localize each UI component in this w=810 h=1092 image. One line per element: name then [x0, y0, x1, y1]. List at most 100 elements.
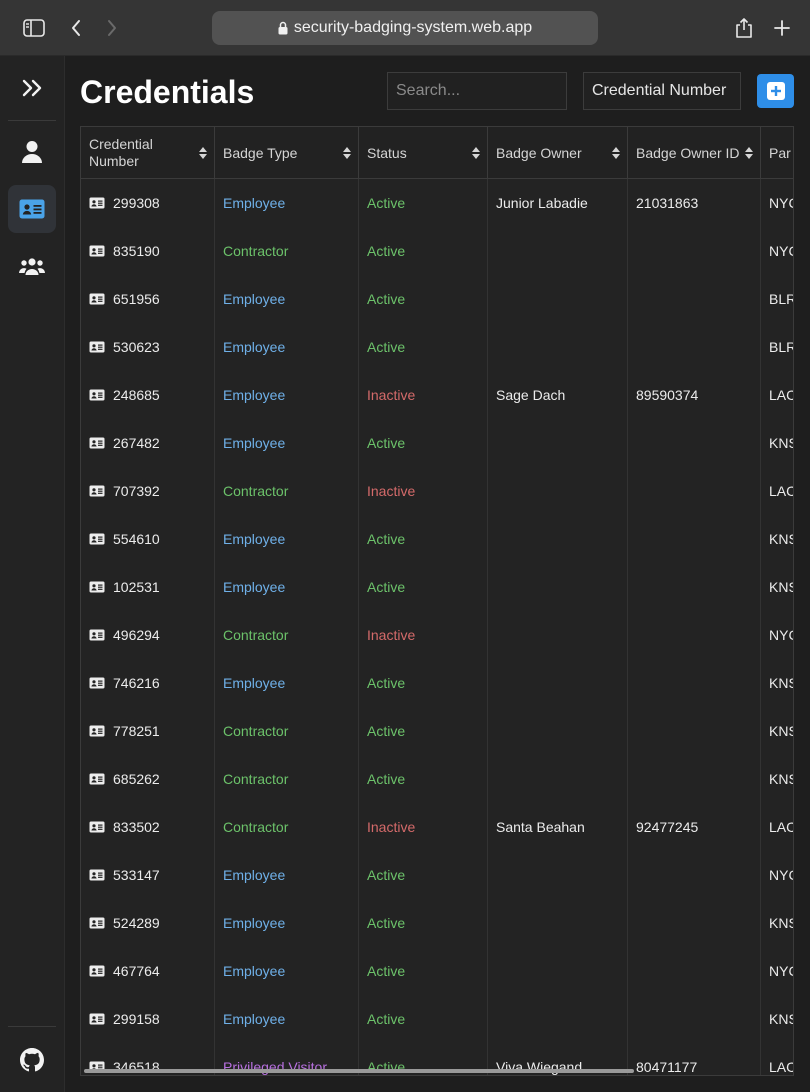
badge-owner-id-cell: [628, 467, 761, 515]
par-cell: KNS: [761, 899, 793, 947]
id-card-icon: [89, 485, 105, 497]
back-icon[interactable]: [64, 14, 88, 42]
table-row[interactable]: 554610 Employee Active KNS: [81, 515, 793, 563]
id-card-icon: [89, 629, 105, 641]
table-row[interactable]: 248685 Employee Inactive Sage Dach 89590…: [81, 371, 793, 419]
sidebar-divider: [8, 1026, 56, 1027]
par-cell: LAC: [761, 1043, 793, 1075]
table-row[interactable]: 530623 Employee Active BLR: [81, 323, 793, 371]
credential-number-cell: 267482: [81, 419, 215, 467]
status-cell: Active: [359, 227, 488, 275]
forward-icon[interactable]: [100, 14, 124, 42]
search-field-select[interactable]: Credential Number: [583, 72, 741, 110]
badge-owner-id-cell: 92477245: [628, 803, 761, 851]
status-cell: Active: [359, 275, 488, 323]
par-cell: NYC: [761, 851, 793, 899]
badge-owner-id-cell: [628, 611, 761, 659]
credential-number-cell: 651956: [81, 275, 215, 323]
table-row[interactable]: 778251 Contractor Active KNS: [81, 707, 793, 755]
table-row[interactable]: 533147 Employee Active NYC: [81, 851, 793, 899]
status-cell: Active: [359, 419, 488, 467]
expand-sidebar-button[interactable]: [8, 64, 56, 112]
credential-number-cell: 102531: [81, 563, 215, 611]
search-input[interactable]: [387, 72, 567, 110]
url-text: security-badging-system.web.app: [293, 19, 533, 36]
sidebar-item-credentials[interactable]: [8, 185, 56, 233]
column-header-badge-owner[interactable]: Badge Owner: [488, 127, 628, 179]
new-tab-icon[interactable]: [768, 14, 796, 42]
column-header-status[interactable]: Status: [359, 127, 488, 179]
id-card-icon: [89, 677, 105, 689]
table-row[interactable]: 299158 Employee Active KNS: [81, 995, 793, 1043]
badge-type-cell: Contractor: [215, 467, 359, 515]
badge-owner-id-cell: 21031863: [628, 179, 761, 227]
column-header-par[interactable]: Par: [761, 127, 793, 179]
credentials-table: Credential Number Badge Type Status Badg…: [80, 126, 794, 1076]
badge-owner-id-cell: [628, 323, 761, 371]
badge-owner-id-cell: [628, 515, 761, 563]
badge-owner-id-cell: 80471177: [628, 1043, 761, 1075]
sort-icon[interactable]: [198, 146, 208, 160]
badge-owner-id-cell: [628, 899, 761, 947]
credential-number-cell: 248685: [81, 371, 215, 419]
table-row[interactable]: 524289 Employee Active KNS: [81, 899, 793, 947]
sidebar-item-groups[interactable]: [8, 242, 56, 290]
table-row[interactable]: 267482 Employee Active KNS: [81, 419, 793, 467]
status-cell: Active: [359, 323, 488, 371]
badge-type-cell: Contractor: [215, 755, 359, 803]
badge-owner-cell: [488, 851, 628, 899]
badge-owner-id-cell: [628, 755, 761, 803]
par-cell: NYC: [761, 611, 793, 659]
table-row[interactable]: 467764 Employee Active NYC: [81, 947, 793, 995]
status-cell: Active: [359, 851, 488, 899]
sidebar-item-people[interactable]: [8, 128, 56, 176]
status-cell: Inactive: [359, 371, 488, 419]
par-cell: BLR: [761, 323, 793, 371]
badge-owner-cell: [488, 275, 628, 323]
status-cell: Active: [359, 755, 488, 803]
par-cell: KNS: [761, 659, 793, 707]
add-credential-button[interactable]: [757, 74, 794, 108]
badge-owner-id-cell: [628, 995, 761, 1043]
sort-icon[interactable]: [611, 146, 621, 160]
table-row[interactable]: 835190 Contractor Active NYC: [81, 227, 793, 275]
status-cell: Inactive: [359, 611, 488, 659]
badge-owner-cell: [488, 515, 628, 563]
badge-type-cell: Employee: [215, 515, 359, 563]
table-row[interactable]: 833502 Contractor Inactive Santa Beahan …: [81, 803, 793, 851]
share-icon[interactable]: [730, 14, 758, 42]
id-card-icon: [89, 533, 105, 545]
horizontal-scrollbar[interactable]: [84, 1069, 634, 1073]
par-cell: NYC: [761, 179, 793, 227]
github-link[interactable]: [8, 1036, 56, 1084]
sort-icon[interactable]: [342, 146, 352, 160]
table-row[interactable]: 299308 Employee Active Junior Labadie 21…: [81, 179, 793, 227]
table-row[interactable]: 707392 Contractor Inactive LAC: [81, 467, 793, 515]
par-cell: NYC: [761, 227, 793, 275]
id-card-icon: [89, 341, 105, 353]
address-bar[interactable]: security-badging-system.web.app: [212, 11, 598, 45]
credential-number-cell: 835190: [81, 227, 215, 275]
status-cell: Inactive: [359, 467, 488, 515]
column-header-badge-type[interactable]: Badge Type: [215, 127, 359, 179]
par-cell: KNS: [761, 419, 793, 467]
table-row[interactable]: 746216 Employee Active KNS: [81, 659, 793, 707]
par-cell: NYC: [761, 947, 793, 995]
status-cell: Active: [359, 563, 488, 611]
badge-type-cell: Employee: [215, 323, 359, 371]
table-row[interactable]: 685262 Contractor Active KNS: [81, 755, 793, 803]
sort-icon[interactable]: [744, 146, 754, 160]
credential-number-cell: 707392: [81, 467, 215, 515]
table-row[interactable]: 102531 Employee Active KNS: [81, 563, 793, 611]
id-card-icon: [89, 773, 105, 785]
badge-owner-cell: Junior Labadie: [488, 179, 628, 227]
column-header-credential-number[interactable]: Credential Number: [81, 127, 215, 179]
page-title: Credentials: [80, 74, 255, 110]
sidebar-toggle-icon[interactable]: [20, 14, 48, 42]
badge-type-cell: Employee: [215, 947, 359, 995]
badge-owner-id-cell: [628, 659, 761, 707]
table-row[interactable]: 651956 Employee Active BLR: [81, 275, 793, 323]
column-header-badge-owner-id[interactable]: Badge Owner ID: [628, 127, 761, 179]
sort-icon[interactable]: [471, 146, 481, 160]
table-row[interactable]: 496294 Contractor Inactive NYC: [81, 611, 793, 659]
